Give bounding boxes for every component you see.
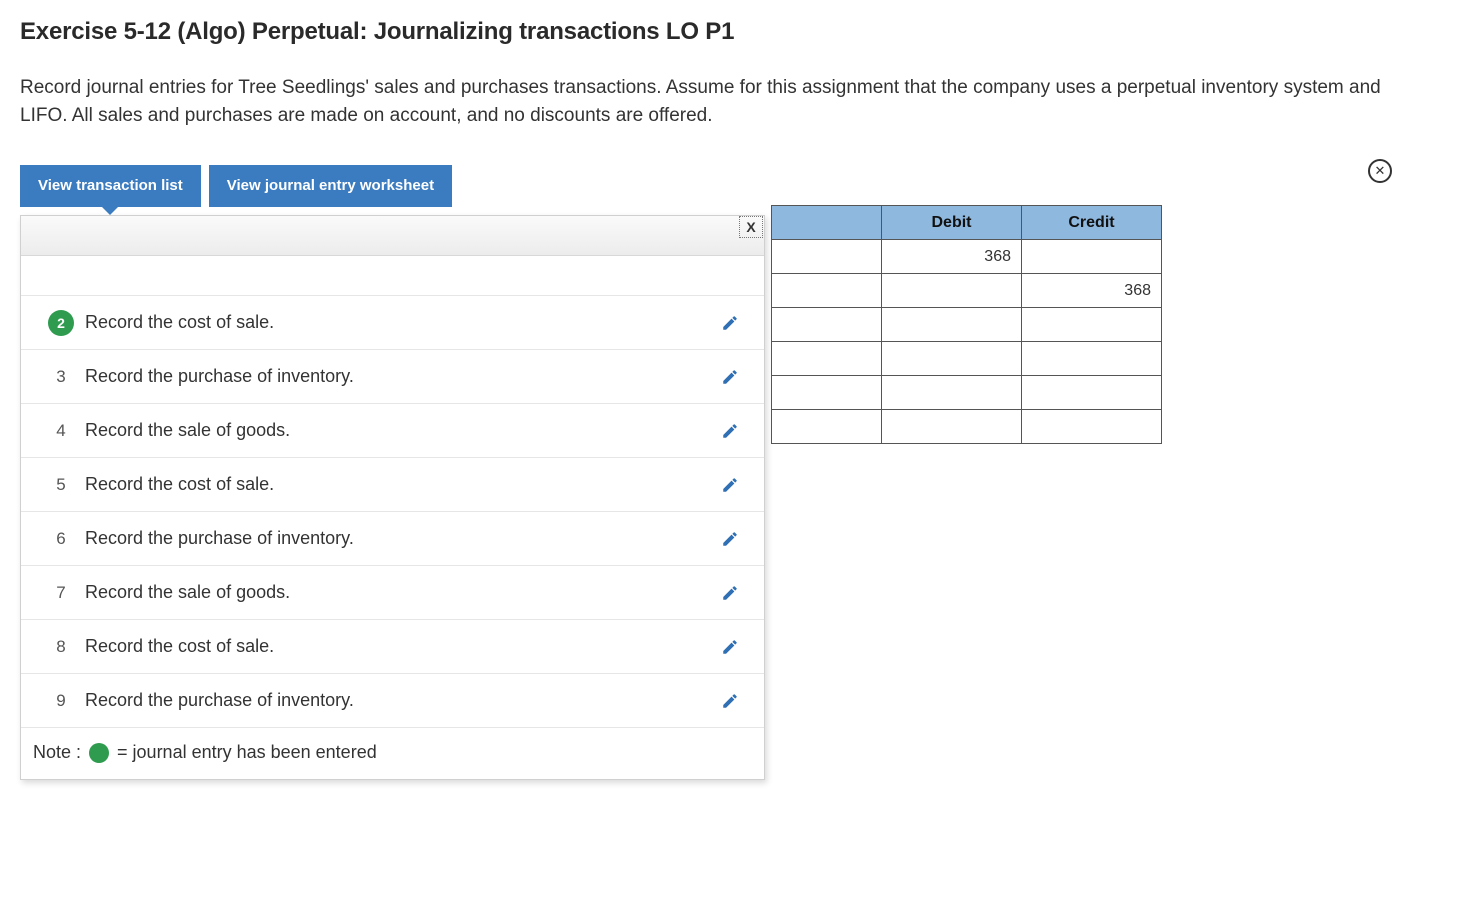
transaction-number: 8: [43, 637, 79, 657]
transaction-row[interactable]: 7Record the sale of goods.: [21, 566, 764, 620]
transaction-row[interactable]: 6Record the purchase of inventory.: [21, 512, 764, 566]
x-marker-icon[interactable]: X: [739, 216, 763, 238]
list-header: [21, 216, 764, 256]
credit-cell[interactable]: 368: [1022, 274, 1162, 308]
tab-journal-worksheet[interactable]: View journal entry worksheet: [209, 165, 452, 207]
debit-cell[interactable]: [882, 274, 1022, 308]
transaction-row[interactable]: 3Record the purchase of inventory.: [21, 350, 764, 404]
transaction-label: Record the purchase of inventory.: [83, 690, 714, 711]
debit-cell[interactable]: [882, 410, 1022, 444]
account-cell[interactable]: [772, 240, 882, 274]
credit-cell[interactable]: [1022, 342, 1162, 376]
table-row: 368: [772, 274, 1162, 308]
transaction-row[interactable]: 2 Record the cost of sale.: [21, 296, 764, 350]
transaction-number: 5: [43, 475, 79, 495]
transaction-label: Record the sale of goods.: [83, 582, 714, 603]
transaction-label: Record the purchase of inventory.: [83, 528, 714, 549]
edit-icon[interactable]: [714, 314, 746, 332]
note-text: = journal entry has been entered: [117, 742, 377, 763]
table-row: [772, 410, 1162, 444]
debit-cell[interactable]: [882, 376, 1022, 410]
credit-cell[interactable]: [1022, 410, 1162, 444]
instructions-text: Record journal entries for Tree Seedling…: [20, 74, 1400, 129]
transaction-number: 4: [43, 421, 79, 441]
table-row: [772, 308, 1162, 342]
edit-icon[interactable]: [714, 368, 746, 386]
edit-icon[interactable]: [714, 476, 746, 494]
note-row: Note : = journal entry has been entered: [21, 728, 764, 779]
note-prefix: Note :: [33, 742, 81, 763]
edit-icon[interactable]: [714, 584, 746, 602]
credit-header: Credit: [1022, 206, 1162, 240]
transaction-label: Record the cost of sale.: [83, 312, 714, 333]
table-row: [772, 342, 1162, 376]
transaction-panel: View transaction list View journal entry…: [20, 165, 765, 780]
journal-entry-grid: Debit Credit 368368: [771, 205, 1162, 444]
edit-icon[interactable]: [714, 692, 746, 710]
transaction-row[interactable]: 5Record the cost of sale.: [21, 458, 764, 512]
page-title: Exercise 5-12 (Algo) Perpetual: Journali…: [20, 18, 1454, 46]
debit-cell[interactable]: [882, 342, 1022, 376]
table-row: 368: [772, 240, 1162, 274]
edit-icon[interactable]: [714, 530, 746, 548]
transaction-row[interactable]: 9Record the purchase of inventory.: [21, 674, 764, 728]
account-cell[interactable]: [772, 274, 882, 308]
debit-cell[interactable]: 368: [882, 240, 1022, 274]
credit-cell[interactable]: [1022, 376, 1162, 410]
transaction-label: Record the purchase of inventory.: [83, 366, 714, 387]
edit-icon[interactable]: [714, 638, 746, 656]
transaction-number: 7: [43, 583, 79, 603]
table-row: [772, 376, 1162, 410]
close-icon[interactable]: ✕: [1368, 159, 1392, 183]
list-spacer: [21, 256, 764, 296]
credit-cell[interactable]: [1022, 308, 1162, 342]
account-cell[interactable]: [772, 308, 882, 342]
blank-header: [772, 206, 882, 240]
account-cell[interactable]: [772, 410, 882, 444]
edit-icon[interactable]: [714, 422, 746, 440]
transaction-row[interactable]: 8Record the cost of sale.: [21, 620, 764, 674]
debit-header: Debit: [882, 206, 1022, 240]
transaction-number: 6: [43, 529, 79, 549]
transaction-number: 9: [43, 691, 79, 711]
account-cell[interactable]: [772, 342, 882, 376]
transaction-label: Record the cost of sale.: [83, 474, 714, 495]
debit-cell[interactable]: [882, 308, 1022, 342]
transaction-number: 3: [43, 367, 79, 387]
account-cell[interactable]: [772, 376, 882, 410]
tab-transaction-list[interactable]: View transaction list: [20, 165, 201, 207]
entry-panel: ✕ X Debit Credit 368368: [765, 165, 1454, 444]
credit-cell[interactable]: [1022, 240, 1162, 274]
transaction-label: Record the cost of sale.: [83, 636, 714, 657]
transaction-number-entered: 2: [48, 310, 74, 336]
transaction-row[interactable]: 4Record the sale of goods.: [21, 404, 764, 458]
transaction-label: Record the sale of goods.: [83, 420, 714, 441]
entered-dot-icon: [89, 743, 109, 763]
